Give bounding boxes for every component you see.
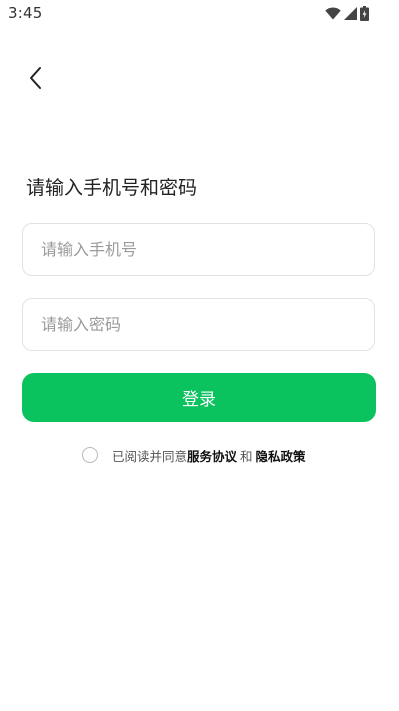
signal-icon xyxy=(344,6,357,20)
service-agreement-link[interactable]: 服务协议 xyxy=(187,446,237,465)
status-time: 3:45 xyxy=(8,4,43,22)
agreement-row: 已阅读并同意 服务协议 和 隐私政策 xyxy=(82,445,306,465)
phone-input[interactable] xyxy=(23,224,374,275)
status-bar: 3:45 xyxy=(0,0,399,28)
battery-icon xyxy=(360,5,369,21)
wifi-icon xyxy=(325,6,341,20)
page-title: 请输入手机号和密码 xyxy=(26,177,198,199)
agreement-prefix: 已阅读并同意 xyxy=(112,448,188,464)
password-field[interactable] xyxy=(22,298,375,351)
privacy-policy-link[interactable]: 隐私政策 xyxy=(256,446,306,465)
agreement-conjunction: 和 xyxy=(240,448,253,464)
back-button[interactable] xyxy=(20,64,52,96)
status-icons xyxy=(325,5,369,21)
phone-field[interactable] xyxy=(22,223,375,276)
agree-checkbox[interactable] xyxy=(82,447,98,463)
chevron-left-icon xyxy=(29,66,43,94)
password-input[interactable] xyxy=(23,299,374,350)
login-button[interactable]: 登录 xyxy=(22,373,376,422)
